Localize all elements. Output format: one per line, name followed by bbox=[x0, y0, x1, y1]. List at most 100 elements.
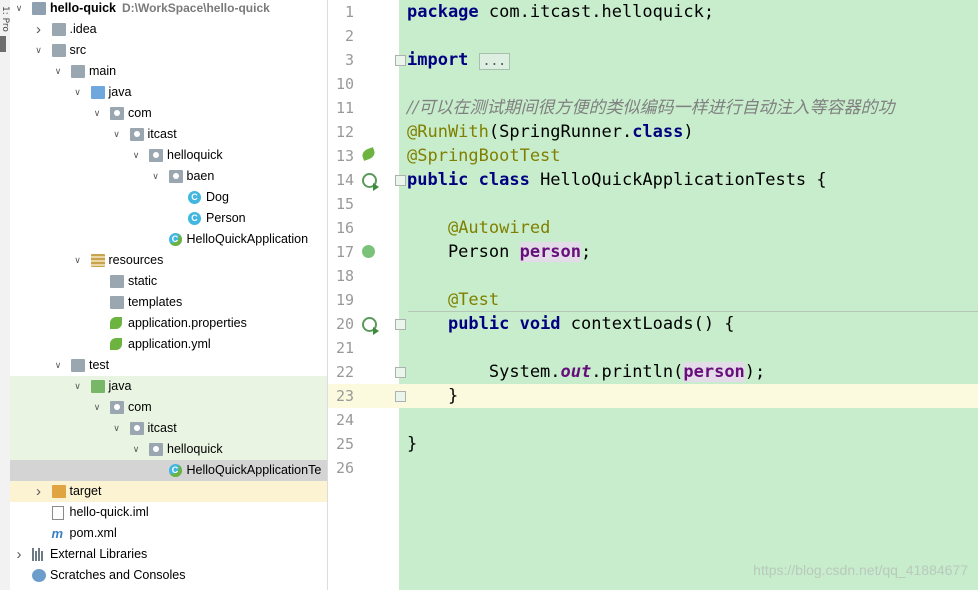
tree-node-label: java bbox=[108, 379, 132, 393]
expand-chevron-down-icon[interactable]: ∨ bbox=[53, 355, 63, 376]
expand-chevron-down-icon[interactable]: ∨ bbox=[73, 376, 83, 397]
tree-node-test[interactable]: ∨ test bbox=[10, 355, 327, 376]
current-line-highlight bbox=[399, 384, 978, 408]
tree-node-external-libraries[interactable]: › External Libraries bbox=[10, 544, 327, 565]
tree-node-com[interactable]: ∨ com bbox=[10, 397, 327, 418]
tree-node-itcast[interactable]: ∨ itcast bbox=[10, 418, 327, 439]
autowired-bean-icon[interactable] bbox=[362, 245, 375, 258]
tree-node-label: Person bbox=[206, 211, 246, 225]
tree-node-baen[interactable]: ∨ baen bbox=[10, 166, 327, 187]
tree-node-itcast[interactable]: ∨ itcast bbox=[10, 124, 327, 145]
code-line[interactable]: public void contextLoads() { bbox=[407, 312, 735, 336]
fold-marker-icon[interactable] bbox=[395, 367, 406, 378]
code-line[interactable]: @RunWith(SpringRunner.class) bbox=[407, 120, 694, 144]
project-tree-panel[interactable]: ∨ hello-quick D:\WorkSpace\hello-quick › .id… bbox=[10, 0, 328, 590]
folder-icon bbox=[71, 65, 85, 78]
fold-marker-icon[interactable] bbox=[395, 55, 406, 66]
code-line[interactable]: public class HelloQuickApplicationTests … bbox=[407, 168, 827, 192]
code-token: out bbox=[560, 362, 592, 382]
line-number: 14 bbox=[335, 171, 354, 189]
tree-node-hello-quick[interactable]: ∨ hello-quick D:\WorkSpace\hello-quick bbox=[10, 0, 327, 19]
code-token: @SpringBootTest bbox=[407, 146, 561, 166]
code-token: class bbox=[632, 122, 684, 142]
expand-chevron-right-icon[interactable]: › bbox=[34, 19, 44, 40]
tree-node-java[interactable]: ∨ java bbox=[10, 82, 327, 103]
tree-node-label: com bbox=[128, 106, 152, 120]
tree-node-label: static bbox=[128, 274, 158, 288]
line-number: 13 bbox=[335, 147, 354, 165]
expand-chevron-down-icon[interactable]: ∨ bbox=[53, 61, 63, 82]
run-test-class-icon[interactable] bbox=[362, 173, 379, 191]
folder-icon bbox=[71, 359, 85, 372]
tree-node-helloquick[interactable]: ∨ helloquick bbox=[10, 439, 327, 460]
tree-node-templates[interactable]: templates bbox=[10, 292, 327, 313]
tree-node-hello-quick-iml[interactable]: hello-quick.iml bbox=[10, 502, 327, 523]
tree-node-label: Scratches and Consoles bbox=[50, 568, 186, 582]
expand-chevron-down-icon[interactable]: ∨ bbox=[34, 40, 44, 61]
code-line[interactable]: package com.itcast.helloquick; bbox=[407, 0, 714, 24]
expand-chevron-down-icon[interactable]: ∨ bbox=[92, 103, 102, 124]
tree-node-label: templates bbox=[128, 295, 183, 309]
code-editor[interactable]: 1 2 3 10 11 12 13 14 15 16 17 18 19 20 21 22 23 24 25 26 pa… bbox=[328, 0, 978, 590]
line-number: 19 bbox=[335, 291, 354, 309]
code-line[interactable]: } bbox=[407, 432, 417, 456]
tree-node-com[interactable]: ∨ com bbox=[10, 103, 327, 124]
code-line[interactable]: @Test bbox=[407, 288, 499, 312]
tree-node-dog[interactable]: C Dog bbox=[10, 187, 327, 208]
expand-chevron-right-icon[interactable]: › bbox=[14, 544, 24, 565]
tree-node-main[interactable]: ∨ main bbox=[10, 61, 327, 82]
code-token: ; bbox=[581, 242, 592, 262]
expand-chevron-down-icon[interactable]: ∨ bbox=[14, 0, 24, 19]
tree-node-idea[interactable]: › .idea bbox=[10, 19, 327, 40]
watermark-text: https://blog.csdn.net/qq_41884677 bbox=[753, 562, 968, 578]
expand-chevron-down-icon[interactable]: ∨ bbox=[131, 145, 141, 166]
expand-chevron-down-icon[interactable]: ∨ bbox=[112, 418, 122, 439]
expand-chevron-down-icon[interactable]: ∨ bbox=[112, 124, 122, 145]
run-test-method-icon[interactable] bbox=[362, 317, 379, 335]
code-token: @RunWith bbox=[407, 122, 489, 142]
tree-node-person[interactable]: C Person bbox=[10, 208, 327, 229]
tree-node-helloquickapplicationte[interactable]: C HelloQuickApplicationTe bbox=[10, 460, 327, 481]
code-line[interactable]: import ... bbox=[407, 48, 511, 72]
code-line[interactable]: @SpringBootTest bbox=[407, 144, 561, 168]
expand-chevron-down-icon[interactable]: ∨ bbox=[131, 439, 141, 460]
expand-chevron-down-icon[interactable]: ∨ bbox=[73, 250, 83, 271]
expand-chevron-right-icon[interactable]: › bbox=[34, 481, 44, 502]
package-icon bbox=[110, 401, 124, 414]
fold-marker-icon[interactable] bbox=[395, 175, 406, 186]
tree-node-java[interactable]: ∨ java bbox=[10, 376, 327, 397]
folded-imports[interactable]: ... bbox=[478, 53, 511, 70]
package-icon bbox=[168, 170, 183, 183]
expand-chevron-down-icon[interactable]: ∨ bbox=[92, 397, 102, 418]
tree-node-pom-xml[interactable]: m pom.xml bbox=[10, 523, 327, 544]
test-folder-icon bbox=[90, 380, 105, 393]
tree-node-label: application.properties bbox=[128, 316, 247, 330]
fold-marker-icon[interactable] bbox=[395, 391, 406, 402]
expand-chevron-down-icon[interactable]: ∨ bbox=[73, 82, 83, 103]
expand-chevron-down-icon[interactable]: ∨ bbox=[151, 166, 161, 187]
code-line[interactable]: System.out.println(person); bbox=[407, 360, 765, 384]
tree-node-target[interactable]: › target bbox=[10, 481, 327, 502]
line-number: 24 bbox=[335, 411, 354, 429]
tree-node-application-yml[interactable]: application.yml bbox=[10, 334, 327, 355]
code-line[interactable]: } bbox=[407, 384, 458, 408]
package-icon bbox=[149, 443, 163, 456]
tree-node-application-properties[interactable]: application.properties bbox=[10, 313, 327, 334]
tree-node-label: itcast bbox=[147, 127, 177, 141]
fold-marker-icon[interactable] bbox=[395, 319, 406, 330]
tree-node-static[interactable]: static bbox=[10, 271, 327, 292]
tree-node-scratches-and-consoles[interactable]: Scratches and Consoles bbox=[10, 565, 327, 586]
editor-gutter[interactable]: 1 2 3 10 11 12 13 14 15 16 17 18 19 20 21 22 23 24 25 26 bbox=[328, 0, 399, 590]
tree-node-helloquickapplication[interactable]: C HelloQuickApplication bbox=[10, 229, 327, 250]
code-line[interactable]: Person person; bbox=[407, 240, 591, 264]
tree-node-src[interactable]: ∨ src bbox=[10, 40, 327, 61]
code-line[interactable]: @Autowired bbox=[407, 216, 550, 240]
package-icon bbox=[129, 128, 144, 141]
tree-node-label: helloquick bbox=[167, 148, 223, 162]
tree-node-helloquick[interactable]: ∨ helloquick bbox=[10, 145, 327, 166]
package-icon bbox=[149, 149, 163, 162]
source-folder-icon bbox=[90, 86, 105, 99]
code-line[interactable]: //可以在测试期间很方便的类似编码一样进行自动注入等容器的功 bbox=[407, 96, 894, 120]
tree-node-resources[interactable]: ∨ resources bbox=[10, 250, 327, 271]
